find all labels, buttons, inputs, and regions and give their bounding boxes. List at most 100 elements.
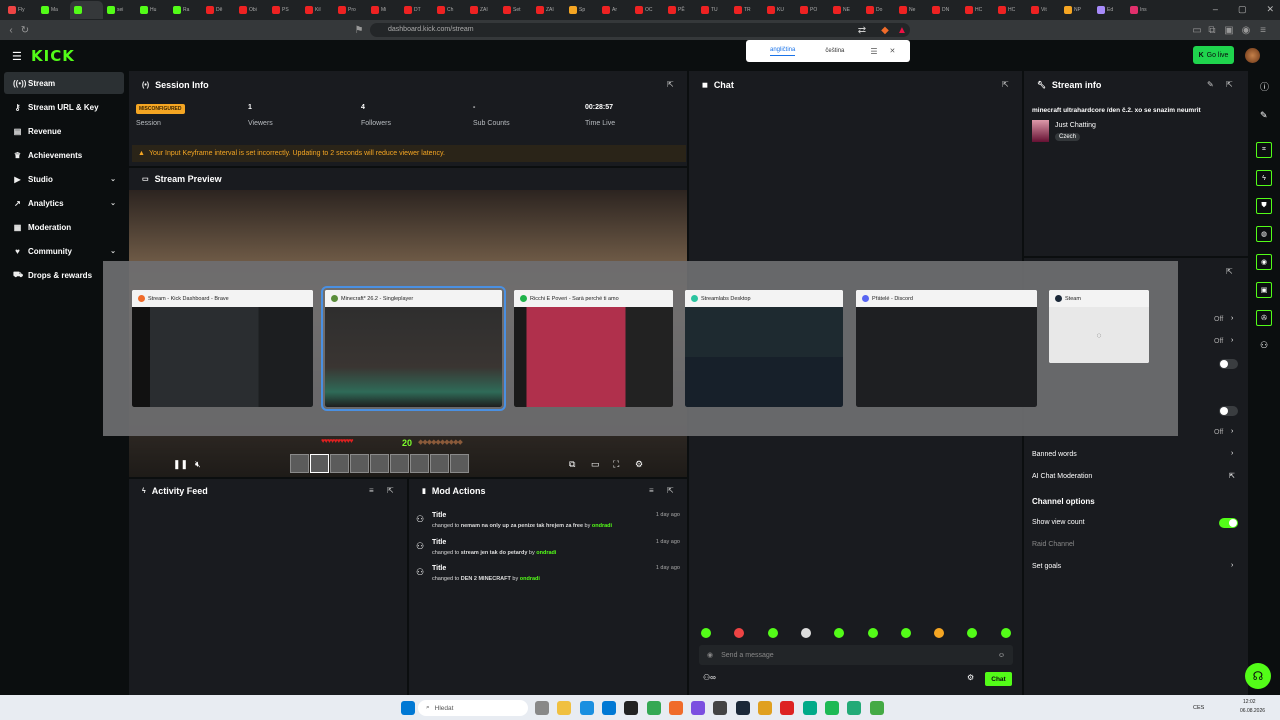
- browser-tab[interactable]: PO: [796, 1, 829, 19]
- browser-tab[interactable]: Ch: [433, 1, 466, 19]
- pip-icon[interactable]: ⧉: [569, 459, 575, 470]
- edge-icon[interactable]: [579, 701, 594, 715]
- mod-filter-icon[interactable]: ≡: [649, 486, 654, 495]
- kick-logo[interactable]: KICK: [31, 47, 75, 65]
- file-explorer-icon[interactable]: [557, 701, 572, 715]
- pencil-icon[interactable]: ✎: [1260, 110, 1268, 121]
- browser-tab[interactable]: Set: [499, 1, 532, 19]
- sidebar-item-achievements[interactable]: ♛ Achievements: [4, 144, 124, 166]
- close-window-icon[interactable]: ✕: [1266, 4, 1274, 15]
- brave-icon[interactable]: [668, 701, 683, 715]
- browser-tab[interactable]: Ma: [37, 1, 70, 19]
- chat-input[interactable]: ◉ Send a message ☺: [699, 645, 1013, 665]
- emote-icon[interactable]: [867, 628, 878, 638]
- go-live-button[interactable]: K Go live: [1193, 46, 1234, 64]
- avatar[interactable]: [1245, 48, 1260, 63]
- chat-popout-icon[interactable]: ⇱: [1002, 80, 1009, 89]
- rail-button-5[interactable]: ◉: [1256, 254, 1272, 270]
- maximize-icon[interactable]: ▢: [1238, 4, 1247, 15]
- spotify-icon[interactable]: [824, 701, 839, 715]
- theater-icon[interactable]: ▭: [591, 459, 600, 470]
- rail-button-1[interactable]: ⌗: [1256, 142, 1272, 158]
- browser-tab[interactable]: DT: [400, 1, 433, 19]
- sidebar-item-revenue[interactable]: ▤ Revenue: [4, 120, 124, 142]
- translate-target-lang[interactable]: čeština: [825, 48, 844, 54]
- edit-icon[interactable]: ✎: [1207, 80, 1214, 89]
- chevron-right-icon[interactable]: ›: [1231, 337, 1233, 344]
- brave-rewards-icon[interactable]: ▲: [895, 25, 909, 36]
- alt-tab-window-steam[interactable]: Steam ◌: [1049, 290, 1149, 363]
- browser-tab[interactable]: HC: [994, 1, 1027, 19]
- translate-source-lang[interactable]: angličtina: [770, 47, 796, 56]
- start-icon[interactable]: [401, 701, 415, 715]
- browser-tab[interactable]: Fly: [4, 1, 37, 19]
- setting-toggle-1[interactable]: [1219, 359, 1238, 369]
- activity-popout-icon[interactable]: ⇱: [387, 486, 394, 495]
- setting-toggle-2[interactable]: [1219, 406, 1238, 416]
- taskbar-search[interactable]: ⌕ Hledat: [418, 700, 528, 716]
- reload-icon[interactable]: ↻: [18, 25, 32, 36]
- alt-tab-window-discord[interactable]: Přátelé - Discord: [856, 290, 1037, 407]
- settings-popout-icon[interactable]: ⇱: [1226, 267, 1233, 276]
- browser-tab[interactable]: ZAI: [532, 1, 565, 19]
- sidebar-item-studio[interactable]: ▶ Studio ⌄: [4, 168, 124, 190]
- obs-icon[interactable]: [624, 701, 639, 715]
- browser-tab[interactable]: Kil: [301, 1, 334, 19]
- taskbar-language[interactable]: CES: [1193, 705, 1204, 711]
- browser-tab[interactable]: Mi: [367, 1, 400, 19]
- browser-tab[interactable]: sei: [103, 1, 136, 19]
- emote-icon[interactable]: [800, 628, 811, 638]
- mute-icon[interactable]: 🔇︎: [195, 459, 201, 470]
- browser-tab[interactable]: Ra: [169, 1, 202, 19]
- browser-tab[interactable]: PĚ: [664, 1, 697, 19]
- emoji-picker-icon[interactable]: ◉: [707, 651, 713, 659]
- sidebar-item-moderation[interactable]: ▦ Moderation: [4, 216, 124, 238]
- translate-icon[interactable]: ⇄: [855, 25, 869, 36]
- emote-icon[interactable]: ☺: [998, 652, 1005, 659]
- rail-button-4[interactable]: ◍: [1256, 226, 1272, 242]
- sidebar-icon[interactable]: ▭: [1190, 25, 1204, 36]
- chevron-right-icon[interactable]: ›: [1231, 562, 1233, 569]
- browser-tab[interactable]: Ne: [895, 1, 928, 19]
- rail-button-7[interactable]: ✇: [1256, 310, 1272, 326]
- pause-icon[interactable]: ❚❚: [173, 459, 188, 470]
- minecraft-icon[interactable]: [869, 701, 884, 715]
- banned-words-label[interactable]: Banned words: [1032, 451, 1077, 458]
- back-icon[interactable]: ‹: [4, 25, 18, 36]
- filter-icon[interactable]: ≡: [369, 486, 374, 495]
- browser-tab[interactable]: Hu: [136, 1, 169, 19]
- hamburger-menu-icon[interactable]: ☰: [12, 50, 22, 63]
- rail-button-2[interactable]: ϟ: [1256, 170, 1272, 186]
- lightroom-icon[interactable]: [691, 701, 706, 715]
- browser-tab[interactable]: PS: [268, 1, 301, 19]
- mod-popout-icon[interactable]: ⇱: [667, 486, 674, 495]
- browser-tab[interactable]: KU: [763, 1, 796, 19]
- emote-icon[interactable]: [767, 628, 778, 638]
- browser-tab[interactable]: [70, 1, 103, 19]
- chevron-right-icon[interactable]: ›: [1231, 315, 1233, 322]
- chevron-right-icon[interactable]: ›: [1231, 450, 1233, 457]
- browser-tab[interactable]: TR: [730, 1, 763, 19]
- set-goals-label[interactable]: Set goals: [1032, 563, 1061, 570]
- browser-tab[interactable]: NP: [1060, 1, 1093, 19]
- browser-tab[interactable]: Ins: [1126, 1, 1159, 19]
- ai-chat-moderation-label[interactable]: AI Chat Moderation: [1032, 473, 1092, 480]
- alt-tab-window-brave[interactable]: Stream - Kick Dashboard - Brave: [132, 290, 313, 407]
- browser-tab[interactable]: OC: [631, 1, 664, 19]
- browser-tab[interactable]: Vit: [1027, 1, 1060, 19]
- settings-icon[interactable]: ⚙: [635, 459, 643, 470]
- browser-tab[interactable]: Do: [862, 1, 895, 19]
- youtube-music-icon[interactable]: [780, 701, 795, 715]
- steam-icon[interactable]: [735, 701, 750, 715]
- browser-tab[interactable]: ZAI: [466, 1, 499, 19]
- rail-button-3[interactable]: ⛊: [1256, 198, 1272, 214]
- bookmark-icon[interactable]: ⚑: [352, 25, 366, 36]
- extensions-icon[interactable]: ⧉: [1205, 25, 1219, 36]
- alt-tab-window-minecraft[interactable]: Minecraft* 26.2 - Singleplayer: [321, 286, 506, 411]
- browser-tab[interactable]: Obi: [235, 1, 268, 19]
- sidebar-item-stream[interactable]: ((•)) Stream: [4, 72, 124, 94]
- sidebar-item-community[interactable]: ♥ Community ⌄: [4, 240, 124, 262]
- browser-tab[interactable]: TU: [697, 1, 730, 19]
- browser-tab[interactable]: Dĕ: [202, 1, 235, 19]
- minimize-icon[interactable]: –: [1213, 4, 1218, 15]
